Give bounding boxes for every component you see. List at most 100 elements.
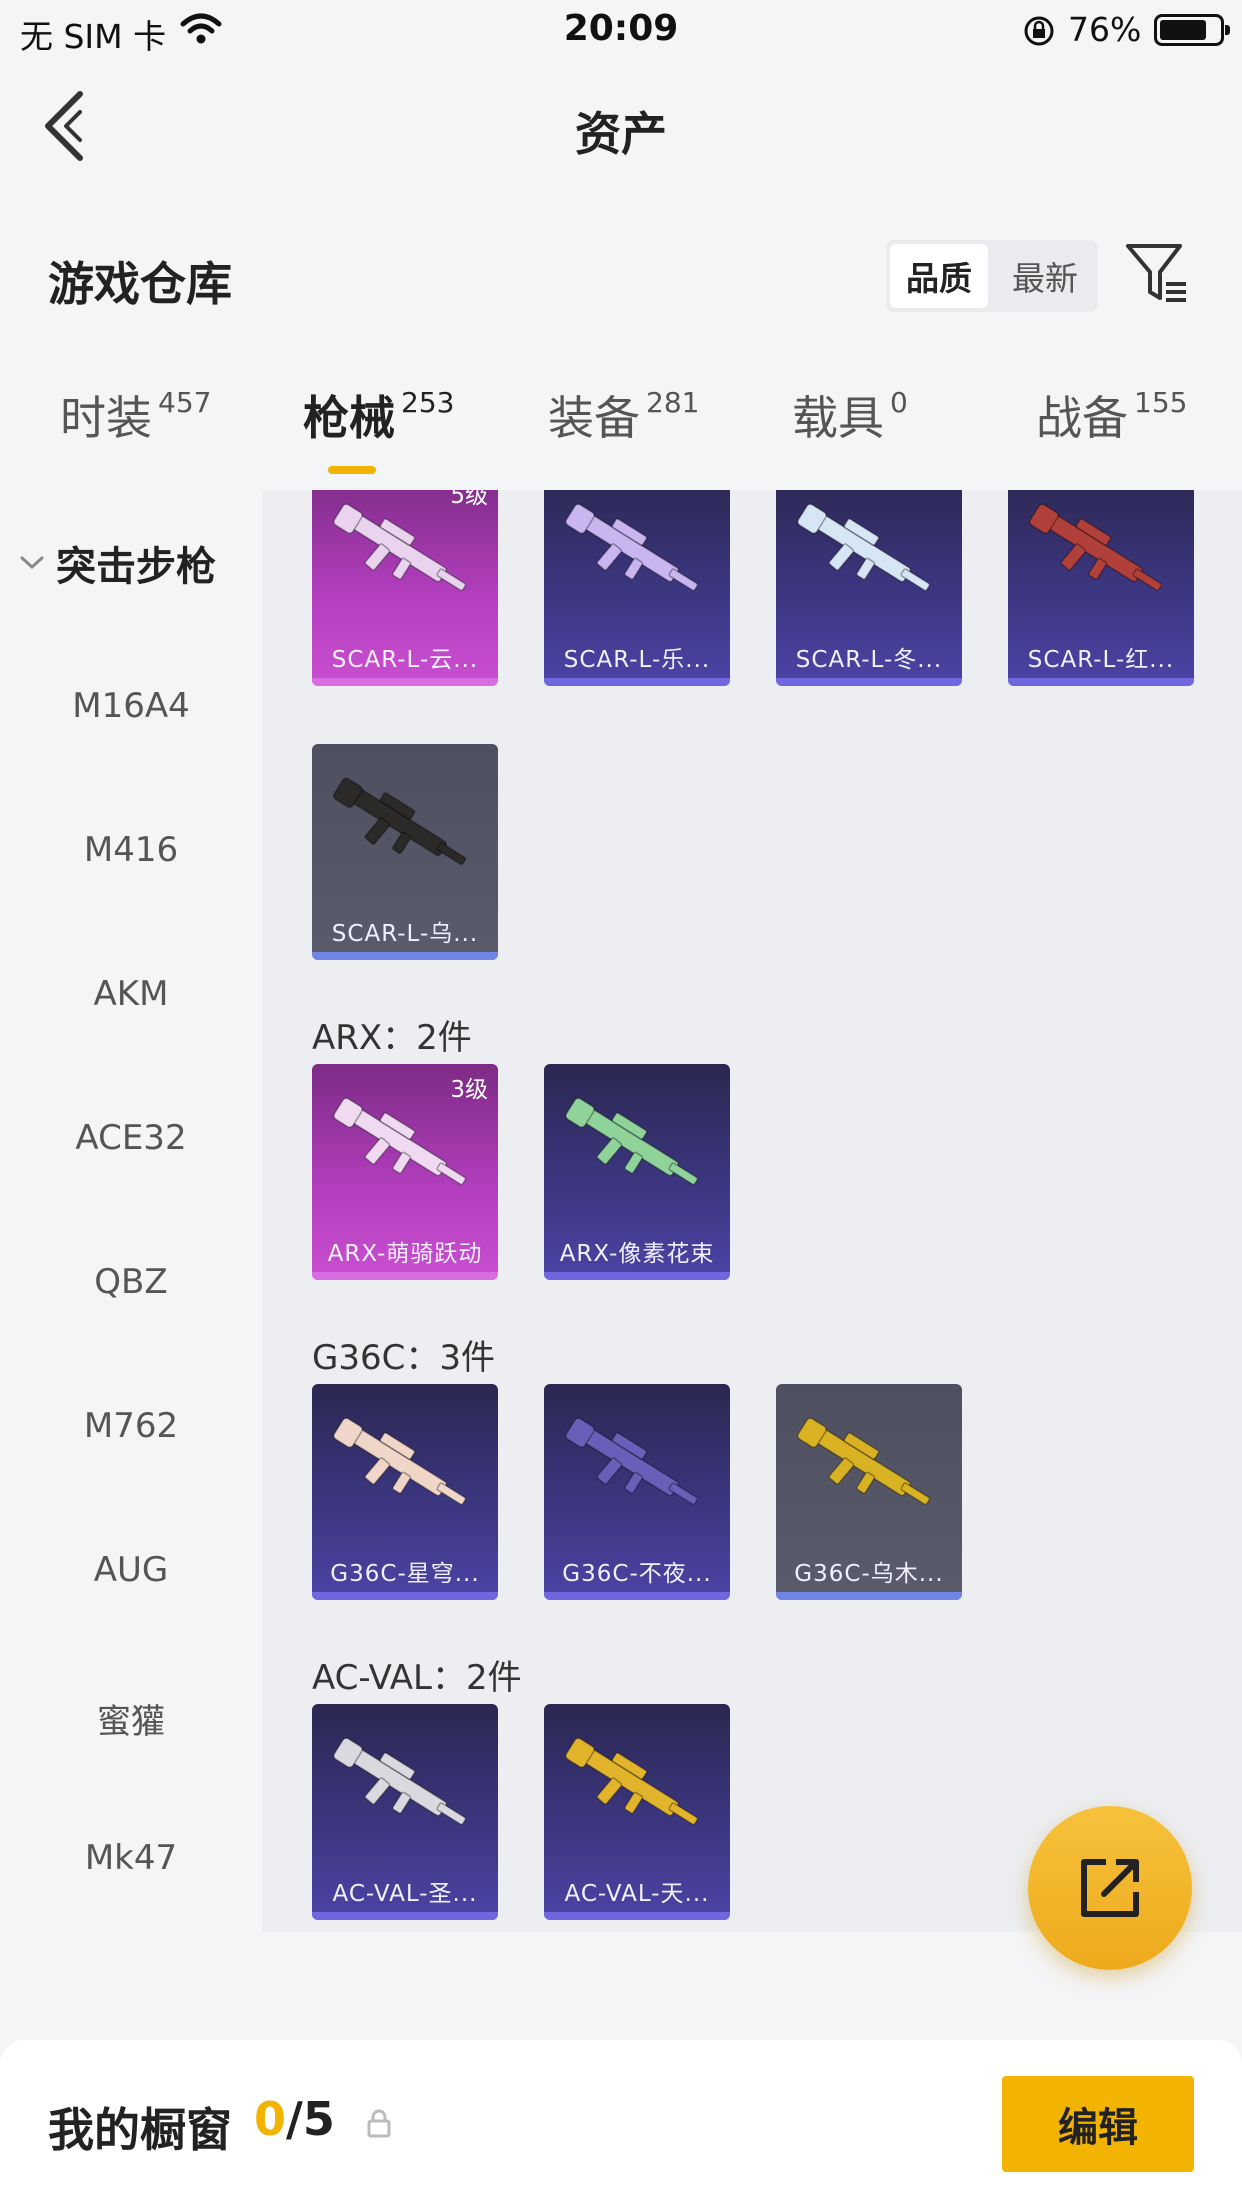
tab-guns[interactable]: 枪械 253 xyxy=(303,386,454,446)
showcase-separator: / xyxy=(286,2092,303,2146)
card-name: SCAR-L-冬... xyxy=(795,647,943,673)
weapon-card[interactable]: G36C-乌木... xyxy=(776,1384,962,1600)
rarity-stripe xyxy=(544,678,730,686)
rarity-stripe xyxy=(544,1912,730,1920)
category-tabs: 时装 457 枪械 253 装备 281 载具 0 战备 155 xyxy=(0,386,1242,490)
sidebar-category-label: 突击步枪 xyxy=(56,544,216,590)
lock-icon xyxy=(366,2108,392,2142)
rifle-icon xyxy=(333,777,467,866)
card-name: ARX-萌骑跃动 xyxy=(327,1241,483,1267)
group-title: AC-VAL：2件 xyxy=(312,1658,522,1698)
sidebar-item-akm[interactable]: AKM xyxy=(0,974,262,1014)
sort-option-latest[interactable]: 最新 xyxy=(996,244,1094,308)
tab-count: 457 xyxy=(158,386,212,419)
tab-equipment[interactable]: 装备 281 xyxy=(548,386,699,446)
showcase-bar: 我的橱窗 0/5 编辑 xyxy=(0,2040,1242,2208)
card-level: 3级 xyxy=(450,1077,488,1103)
filter-button[interactable] xyxy=(1122,240,1192,308)
rifle-icon xyxy=(333,503,467,592)
group-title: G36C：3件 xyxy=(312,1338,495,1378)
rifle-icon xyxy=(797,1417,931,1506)
rarity-stripe xyxy=(776,1592,962,1600)
nav-bar: 资产 xyxy=(0,62,1242,192)
tab-label: 时装 xyxy=(60,391,152,445)
weapon-card[interactable]: G36C-星穹... xyxy=(312,1384,498,1600)
sidebar-category-assault-rifles[interactable]: 突击步枪 xyxy=(18,534,216,592)
rifle-icon xyxy=(333,1097,467,1186)
rarity-stripe xyxy=(312,952,498,960)
weapon-card[interactable]: G36C-不夜... xyxy=(544,1384,730,1600)
tab-fashion[interactable]: 时装 457 xyxy=(60,386,211,446)
battery-icon xyxy=(1154,14,1230,46)
sidebar-item-m416[interactable]: M416 xyxy=(0,830,262,870)
tab-count: 281 xyxy=(646,386,700,419)
sidebar-item-m762[interactable]: M762 xyxy=(0,1406,262,1446)
weapon-card[interactable]: SCAR-L-乐... xyxy=(544,490,730,686)
sidebar-item-aug[interactable]: AUG xyxy=(0,1550,262,1590)
tab-label: 枪械 xyxy=(303,391,395,445)
card-name: G36C-不夜... xyxy=(562,1561,712,1587)
rifle-icon xyxy=(1029,503,1163,592)
rarity-stripe xyxy=(312,1912,498,1920)
tab-label: 装备 xyxy=(548,391,640,445)
active-tab-indicator xyxy=(328,466,376,474)
weapon-card[interactable]: 5级 SCAR-L-云... xyxy=(312,490,498,686)
page-title: 资产 xyxy=(575,107,667,161)
weapon-card[interactable]: SCAR-L-冬... xyxy=(776,490,962,686)
rarity-stripe xyxy=(544,1592,730,1600)
rotation-lock-icon xyxy=(1022,14,1056,52)
showcase-current: 0 xyxy=(254,2092,287,2146)
rifle-icon xyxy=(565,503,699,592)
share-button[interactable] xyxy=(1028,1806,1192,1970)
tab-supplies[interactable]: 战备 155 xyxy=(1036,386,1187,446)
tab-count: 253 xyxy=(401,386,455,419)
chevron-down-icon xyxy=(20,556,44,570)
rifle-icon xyxy=(565,1097,699,1186)
tab-label: 载具 xyxy=(792,391,884,445)
card-name: AC-VAL-圣... xyxy=(332,1881,478,1907)
tab-count: 155 xyxy=(1134,386,1188,419)
card-name: AC-VAL-天... xyxy=(564,1881,710,1907)
status-bar: 无 SIM 卡 20:09 76% xyxy=(0,0,1242,62)
sort-option-quality[interactable]: 品质 xyxy=(890,244,988,308)
warehouse-title: 游戏仓库 xyxy=(48,257,232,311)
weapon-sidebar: 突击步枪 M16A4 M416 AKM ACE32 QBZ M762 AUG 蜜… xyxy=(0,490,262,1932)
card-name: G36C-星穹... xyxy=(330,1561,480,1587)
tab-label: 战备 xyxy=(1036,391,1128,445)
rifle-icon xyxy=(333,1417,467,1506)
card-level: 5级 xyxy=(450,490,488,509)
battery-percent: 76% xyxy=(1068,10,1142,49)
weapon-card[interactable]: AC-VAL-圣... xyxy=(312,1704,498,1920)
card-name: G36C-乌木... xyxy=(794,1561,944,1587)
sidebar-item-honey-badger[interactable]: 蜜獾 xyxy=(0,1694,262,1743)
weapon-card[interactable]: ARX-像素花束 xyxy=(544,1064,730,1280)
rarity-stripe xyxy=(776,678,962,686)
card-name: SCAR-L-乐... xyxy=(563,647,711,673)
sort-toggle: 品质 最新 xyxy=(886,240,1098,312)
weapon-card[interactable]: SCAR-L-红... xyxy=(1008,490,1194,686)
sidebar-item-qbz[interactable]: QBZ xyxy=(0,1262,262,1302)
tab-vehicles[interactable]: 载具 0 xyxy=(792,386,908,446)
rarity-stripe xyxy=(312,678,498,686)
weapon-card[interactable]: 3级 ARX-萌骑跃动 xyxy=(312,1064,498,1280)
rifle-icon xyxy=(565,1737,699,1826)
rarity-stripe xyxy=(312,1592,498,1600)
sidebar-item-m16a4[interactable]: M16A4 xyxy=(0,686,262,726)
tab-count: 0 xyxy=(890,386,908,419)
edit-button[interactable]: 编辑 xyxy=(1002,2076,1194,2172)
card-name: ARX-像素花束 xyxy=(559,1241,715,1267)
sidebar-item-ace32[interactable]: ACE32 xyxy=(0,1118,262,1158)
rarity-stripe xyxy=(1008,678,1194,686)
showcase-count: 0/5 xyxy=(254,2092,335,2146)
showcase-label: 我的橱窗 xyxy=(48,2103,232,2157)
rarity-stripe xyxy=(544,1272,730,1280)
sidebar-item-mk47[interactable]: Mk47 xyxy=(0,1838,262,1878)
share-icon xyxy=(1081,1859,1139,1917)
rifle-icon xyxy=(333,1737,467,1826)
card-name: SCAR-L-乌... xyxy=(331,921,479,947)
rifle-icon xyxy=(565,1417,699,1506)
weapon-card[interactable]: SCAR-L-乌... xyxy=(312,744,498,960)
weapon-card[interactable]: AC-VAL-天... xyxy=(544,1704,730,1920)
showcase-max: 5 xyxy=(302,2092,335,2146)
weapon-grid: 5级 SCAR-L-云... SCAR-L-乐... SCAR-L-冬... SCAR-… xyxy=(262,490,1242,1932)
